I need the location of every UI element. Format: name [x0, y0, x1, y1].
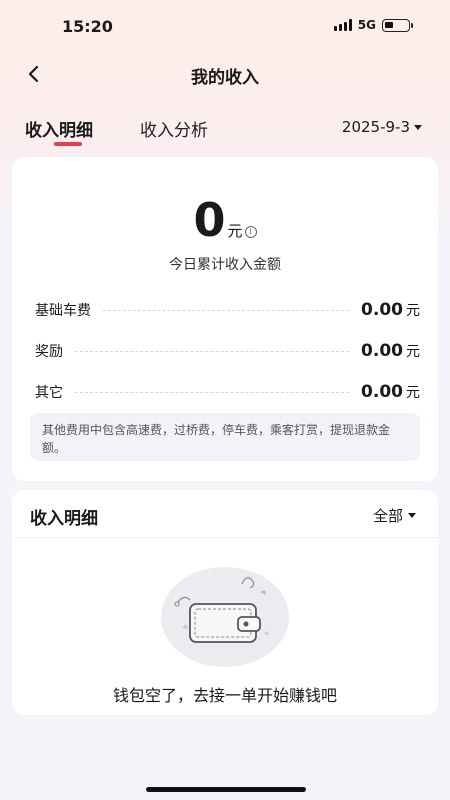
line-item-base-fare: 基础车费 0.00 元 — [35, 299, 420, 321]
fee-note: 其他费用中包含高速费，过桥费，停车费，乘客打赏，提现退款金额。 — [30, 413, 420, 461]
status-bar: 15:20 5G — [0, 0, 450, 52]
line-item-reward: 奖励 0.00 元 — [35, 340, 420, 362]
filter-value: 全部 — [372, 507, 403, 525]
info-icon[interactable]: i — [244, 226, 257, 238]
page-title: 我的收入 — [191, 68, 259, 88]
amount-label: 今日累计收入金额 — [169, 257, 281, 273]
network-label: 5G — [357, 18, 376, 32]
income-detail-title: 收入明细 — [30, 509, 98, 529]
active-tab-indicator — [54, 142, 82, 146]
today-amount: 0 元 i — [12, 197, 438, 243]
amount-unit: 元 — [227, 222, 243, 240]
tab-bar: 收入明细 收入分析 2025-9-3 — [0, 112, 450, 148]
empty-state-text: 钱包空了，去接一单开始赚钱吧 — [112, 686, 337, 705]
date-picker[interactable]: 2025-9-3 — [342, 118, 422, 136]
income-detail-header: 收入明细 全部 — [12, 490, 438, 538]
battery-icon — [382, 18, 413, 32]
status-icons: 5G — [333, 18, 413, 32]
nav-bar: 我的收入 — [0, 52, 450, 96]
tab-income-analysis[interactable]: 收入分析 — [140, 116, 208, 141]
line-item-value: 0.00 — [361, 341, 403, 361]
empty-wallet-icon — [161, 567, 289, 667]
line-item-unit: 元 — [406, 303, 420, 319]
home-indicator — [146, 787, 306, 792]
divider — [75, 350, 350, 352]
amount-value: 0 — [193, 193, 226, 247]
date-picker-value: 2025-9-3 — [341, 118, 410, 136]
line-item-label: 其它 — [35, 385, 63, 401]
summary-card: 0 元 i 今日累计收入金额 基础车费 0.00 元 奖励 0.00 元 其它 … — [12, 157, 438, 481]
line-item-label: 奖励 — [35, 344, 63, 360]
divider — [103, 309, 350, 311]
filter-dropdown[interactable]: 全部 — [373, 505, 416, 526]
divider — [75, 391, 350, 393]
line-item-label: 基础车费 — [35, 303, 91, 319]
line-item-value: 0.00 — [361, 300, 403, 320]
line-item-unit: 元 — [406, 385, 420, 401]
tab-income-detail[interactable]: 收入明细 — [25, 116, 93, 141]
line-item-value: 0.00 — [361, 382, 403, 402]
line-item-other: 其它 0.00 元 — [35, 381, 420, 403]
caret-down-icon — [414, 124, 422, 130]
caret-down-icon — [408, 513, 416, 518]
signal-icon — [333, 19, 352, 31]
status-time: 15:20 — [62, 17, 113, 36]
income-detail-card: 收入明细 全部 钱包空了，去接一单开始赚钱吧 — [12, 490, 438, 715]
line-item-unit: 元 — [406, 344, 420, 360]
